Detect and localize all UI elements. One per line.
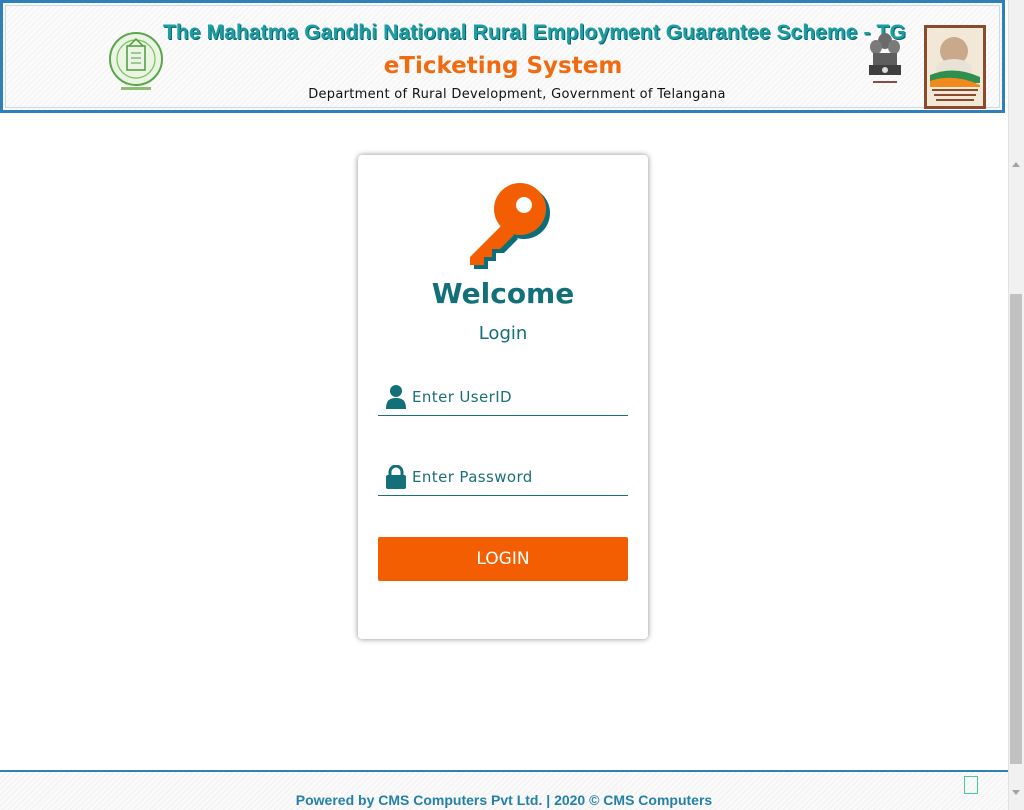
scrollbar-thumb[interactable] <box>1010 294 1022 764</box>
userid-input[interactable] <box>412 381 622 413</box>
key-icon <box>470 183 550 269</box>
scheme-title: The Mahatma Gandhi National Rural Employ… <box>163 21 906 44</box>
login-button[interactable]: LOGIN <box>378 537 628 581</box>
password-field <box>378 461 628 496</box>
national-emblem-logo <box>869 33 901 83</box>
telangana-seal-logo <box>109 32 163 90</box>
login-subheading: Login <box>478 323 528 344</box>
userid-field <box>378 381 628 416</box>
login-card: Welcome Login LOGIN <box>358 155 648 639</box>
department-title: Department of Rural Development, Governm… <box>308 87 726 102</box>
mgnrega-gandhi-logo <box>924 25 986 109</box>
corner-widget[interactable] <box>964 776 978 794</box>
page-header: The Mahatma Gandhi National Rural Employ… <box>0 0 1005 113</box>
password-input[interactable] <box>412 461 622 493</box>
system-title: eTicketing System <box>383 53 623 79</box>
user-icon <box>386 385 406 409</box>
welcome-heading: Welcome <box>431 277 575 310</box>
scroll-up-arrow-icon[interactable] <box>1012 162 1020 167</box>
page-footer: Powered by CMS Computers Pvt Ltd. | 2020… <box>0 770 1008 810</box>
scroll-down-arrow-icon[interactable] <box>1012 790 1020 795</box>
footer-credit: Powered by CMS Computers Pvt Ltd. | 2020… <box>295 792 713 808</box>
lock-icon <box>386 465 406 489</box>
